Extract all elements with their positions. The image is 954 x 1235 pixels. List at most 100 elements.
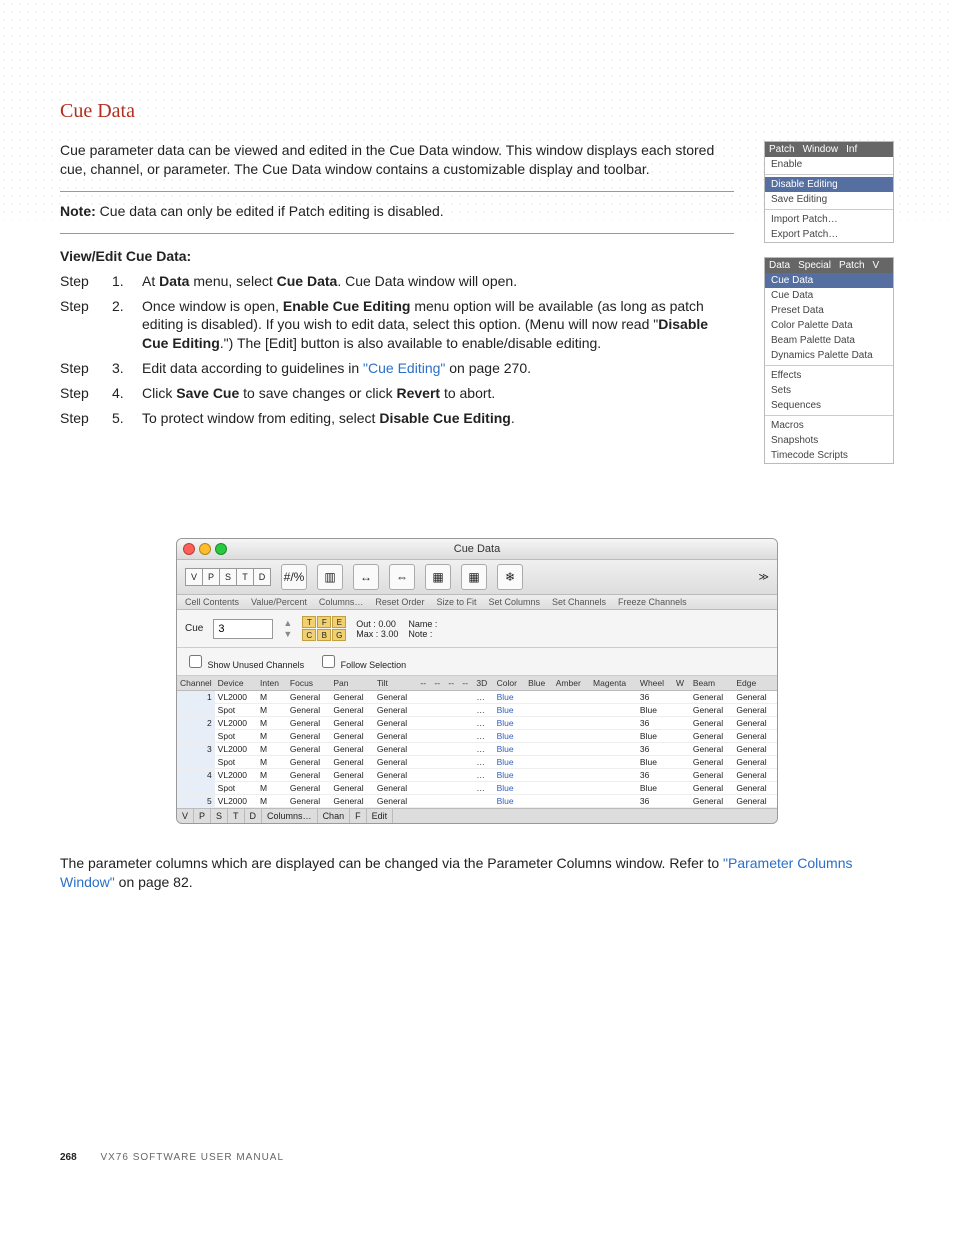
tfe-cell[interactable]: C: [302, 629, 316, 641]
more-icon[interactable]: ≫: [759, 572, 769, 583]
minimize-icon[interactable]: [199, 543, 211, 555]
tfe-cell[interactable]: G: [332, 629, 346, 641]
status-segment[interactable]: Edit: [367, 809, 394, 823]
patch-menu[interactable]: Patch Window Inf Enable Disable EditingSave…: [764, 141, 894, 243]
cue-number-input[interactable]: [213, 619, 273, 639]
menu-item[interactable]: Color Palette Data: [765, 318, 893, 333]
status-segment[interactable]: F: [350, 809, 367, 823]
follow-selection-checkbox[interactable]: Follow Selection: [318, 652, 406, 671]
toolbar-label: Columns…: [319, 597, 364, 607]
table-row[interactable]: SpotMGeneralGeneralGeneral…BlueBlueGener…: [177, 782, 777, 795]
step-row: Step3.Edit data according to guidelines …: [60, 359, 734, 378]
mode-button-p[interactable]: P: [203, 568, 220, 586]
cue-data-table[interactable]: ChannelDeviceIntenFocusPanTilt--------3D…: [177, 676, 777, 808]
window-titlebar[interactable]: Cue Data: [177, 539, 777, 560]
menu-item[interactable]: Dynamics Palette Data: [765, 348, 893, 363]
menu-item[interactable]: Beam Palette Data: [765, 333, 893, 348]
column-header[interactable]: Focus: [287, 676, 330, 691]
table-row[interactable]: 3VL2000MGeneralGeneralGeneral…Blue36Gene…: [177, 743, 777, 756]
show-unused-checkbox[interactable]: Show Unused Channels: [185, 652, 304, 671]
menu-tab[interactable]: Inf: [846, 144, 857, 155]
status-segment[interactable]: V: [177, 809, 194, 823]
column-header[interactable]: Tilt: [374, 676, 417, 691]
mode-button-t[interactable]: T: [237, 568, 254, 586]
column-header[interactable]: Amber: [553, 676, 590, 691]
size-to-fit-icon[interactable]: ⇔: [389, 564, 415, 590]
mode-button-d[interactable]: D: [254, 568, 271, 586]
column-header[interactable]: Device: [215, 676, 257, 691]
menu-tab[interactable]: Patch: [839, 260, 865, 271]
menu-item[interactable]: Export Patch…: [765, 227, 893, 242]
table-row[interactable]: SpotMGeneralGeneralGeneral…BlueBlueGener…: [177, 704, 777, 717]
status-segment[interactable]: Columns…: [262, 809, 318, 823]
menu-item[interactable]: Preset Data: [765, 303, 893, 318]
column-header[interactable]: Pan: [330, 676, 373, 691]
column-header[interactable]: Blue: [525, 676, 553, 691]
column-header[interactable]: Beam: [690, 676, 733, 691]
menu-item[interactable]: Import Patch…: [765, 212, 893, 227]
status-bar[interactable]: VPSTDColumns…ChanFEdit: [177, 808, 777, 823]
menu-item[interactable]: Effects: [765, 368, 893, 383]
table-row[interactable]: SpotMGeneralGeneralGeneral…BlueBlueGener…: [177, 730, 777, 743]
column-header[interactable]: --: [445, 676, 459, 691]
column-header[interactable]: Color: [494, 676, 526, 691]
status-segment[interactable]: D: [245, 809, 263, 823]
menu-item[interactable]: Cue Data: [765, 273, 893, 288]
menu-tab[interactable]: Special: [798, 260, 831, 271]
menu-item[interactable]: Save Editing: [765, 192, 893, 207]
toolbar-label: Cell Contents: [185, 597, 239, 607]
mode-button-s[interactable]: S: [220, 568, 237, 586]
menu-item[interactable]: Disable Editing: [765, 177, 893, 192]
menu-item[interactable]: Snapshots: [765, 433, 893, 448]
close-icon[interactable]: [183, 543, 195, 555]
menu-item[interactable]: Sequences: [765, 398, 893, 413]
column-header[interactable]: --: [417, 676, 431, 691]
toolbar: VPSTD #/% ▥ ↔ ⇔ ▦ ▦ ❄ ≫: [177, 560, 777, 595]
menu-tab[interactable]: Data: [769, 260, 790, 271]
column-header[interactable]: Wheel: [637, 676, 673, 691]
stepper-down-icon[interactable]: ▼: [283, 629, 292, 639]
data-menu[interactable]: DataSpecialPatchV Cue DataCue DataPreset…: [764, 257, 894, 464]
menu-item[interactable]: Enable: [765, 157, 893, 172]
table-row[interactable]: 5VL2000MGeneralGeneralGeneralBlue36Gener…: [177, 795, 777, 808]
tfe-cell[interactable]: T: [302, 616, 316, 628]
zoom-icon[interactable]: [215, 543, 227, 555]
menu-tab[interactable]: Window: [803, 144, 839, 155]
status-segment[interactable]: S: [211, 809, 228, 823]
status-segment[interactable]: P: [194, 809, 211, 823]
tfe-cell[interactable]: E: [332, 616, 346, 628]
table-row[interactable]: 4VL2000MGeneralGeneralGeneral…Blue36Gene…: [177, 769, 777, 782]
columns-icon[interactable]: ▥: [317, 564, 343, 590]
status-segment[interactable]: T: [228, 809, 245, 823]
menu-item[interactable]: Sets: [765, 383, 893, 398]
freeze-channels-icon[interactable]: ❄: [497, 564, 523, 590]
menu-item[interactable]: Timecode Scripts: [765, 448, 893, 463]
tfe-cell[interactable]: B: [317, 629, 331, 641]
tfe-grid[interactable]: TFE CBG: [302, 616, 346, 641]
column-header[interactable]: --: [431, 676, 445, 691]
menu-item[interactable]: Cue Data: [765, 288, 893, 303]
cross-ref-link[interactable]: "Cue Editing": [363, 360, 445, 376]
table-row[interactable]: SpotMGeneralGeneralGeneral…BlueBlueGener…: [177, 756, 777, 769]
column-header[interactable]: Inten: [257, 676, 287, 691]
column-header[interactable]: Channel: [177, 676, 215, 691]
menu-tab[interactable]: V: [873, 260, 880, 271]
column-header[interactable]: W: [673, 676, 690, 691]
set-channels-icon[interactable]: ▦: [461, 564, 487, 590]
mode-button-v[interactable]: V: [185, 568, 203, 586]
column-header[interactable]: Edge: [733, 676, 777, 691]
table-row[interactable]: 2VL2000MGeneralGeneralGeneral…Blue36Gene…: [177, 717, 777, 730]
table-row[interactable]: 1VL2000MGeneralGeneralGeneral…Blue36Gene…: [177, 691, 777, 704]
menu-tab[interactable]: Patch: [769, 144, 795, 155]
tfe-cell[interactable]: F: [317, 616, 331, 628]
column-header[interactable]: --: [459, 676, 473, 691]
percent-toggle-icon[interactable]: #/%: [281, 564, 307, 590]
column-header[interactable]: Magenta: [590, 676, 637, 691]
reset-order-icon[interactable]: ↔: [353, 564, 379, 590]
column-header[interactable]: 3D: [473, 676, 493, 691]
cell-contents-buttons[interactable]: VPSTD: [185, 568, 271, 586]
set-columns-icon[interactable]: ▦: [425, 564, 451, 590]
menu-item[interactable]: Macros: [765, 418, 893, 433]
stepper-up-icon[interactable]: ▲: [283, 618, 292, 628]
status-segment[interactable]: Chan: [318, 809, 351, 823]
